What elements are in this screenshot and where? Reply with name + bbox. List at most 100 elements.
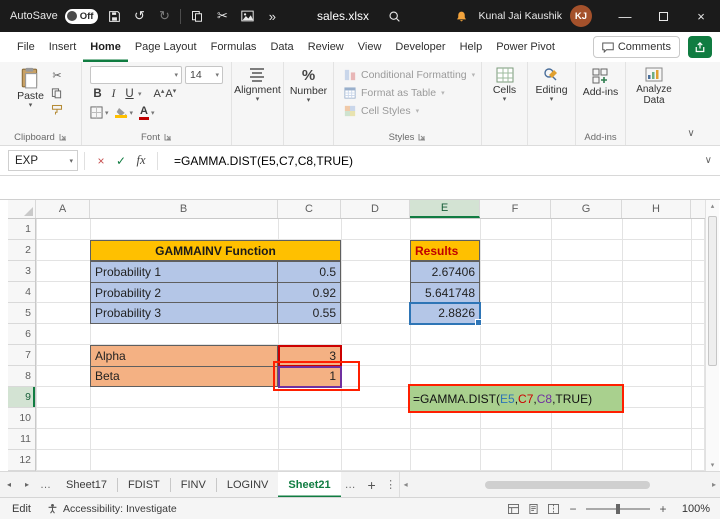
normal-view-icon[interactable] xyxy=(507,503,520,515)
cell-b7-alpha[interactable]: Alpha xyxy=(91,346,278,366)
column-header-f[interactable]: F xyxy=(480,200,551,218)
borders-button[interactable]: ▾ xyxy=(90,106,109,119)
row-header-11[interactable]: 11 xyxy=(8,429,35,450)
enter-icon[interactable]: ✓ xyxy=(111,151,131,171)
column-header-h[interactable]: H xyxy=(622,200,691,218)
row-header-12[interactable]: 12 xyxy=(8,450,35,471)
maximize-button[interactable] xyxy=(644,0,682,32)
font-color-button[interactable]: A ▾ xyxy=(139,105,155,120)
font-name-combo[interactable]: ▾ xyxy=(90,65,182,84)
cell-styles-button[interactable]: Cell Styles ▾ xyxy=(344,103,481,118)
vertical-scrollbar[interactable]: ▴ ▾ xyxy=(705,200,719,471)
row-header-6[interactable]: 6 xyxy=(8,324,35,345)
notification-bell-icon[interactable] xyxy=(453,7,471,25)
new-sheet-button[interactable]: + xyxy=(361,477,383,493)
styles-dialog-launcher-icon[interactable] xyxy=(418,133,426,141)
name-box[interactable]: EXP ▾ xyxy=(8,150,78,171)
row-header-10[interactable]: 10 xyxy=(8,408,35,429)
decrease-font-button[interactable]: A ▾ xyxy=(165,88,176,100)
cell-e5[interactable]: 2.8826 xyxy=(411,303,479,324)
table-row[interactable]: 2.8826 xyxy=(411,303,479,324)
copy-button[interactable] xyxy=(48,85,66,100)
table-row[interactable]: Alpha 3 xyxy=(91,346,340,367)
tab-help[interactable]: Help xyxy=(453,32,490,62)
cell-b2-gammainv-header[interactable]: GAMMAINV Function xyxy=(90,240,341,261)
column-header-g[interactable]: G xyxy=(551,200,622,218)
cell-e4[interactable]: 5.641748 xyxy=(411,282,479,303)
comments-button[interactable]: Comments xyxy=(592,36,680,58)
number-format-button[interactable]: % Number ▾ xyxy=(288,66,329,105)
zoom-slider-thumb[interactable] xyxy=(616,503,620,514)
hscroll-right-icon[interactable]: ▸ xyxy=(712,480,716,489)
cells-button[interactable]: Cells ▾ xyxy=(491,66,518,104)
cell-b4[interactable]: Probability 2 xyxy=(91,282,278,303)
font-size-combo[interactable]: 14 ▾ xyxy=(185,65,223,84)
paste-dropdown-icon[interactable]: ▾ xyxy=(29,102,33,109)
row-header-9[interactable]: 9 xyxy=(8,387,35,408)
cell-b5[interactable]: Probability 3 xyxy=(91,303,278,324)
table-row[interactable]: Probability 2 0.92 xyxy=(91,282,340,304)
italic-button[interactable]: I xyxy=(106,88,121,100)
name-box-dropdown-icon[interactable]: ▾ xyxy=(69,157,77,165)
sheet-tab-fdist[interactable]: FDIST xyxy=(118,472,170,498)
redo-icon[interactable]: ↻ xyxy=(155,7,173,25)
parameters-table[interactable]: Alpha 3 Beta 1 xyxy=(90,345,341,387)
table-row[interactable]: Probability 3 0.55 xyxy=(91,303,340,324)
underline-button[interactable]: U xyxy=(122,88,137,100)
sheet-nav-right-icon[interactable]: ▸ xyxy=(18,480,36,489)
column-header-b[interactable]: B xyxy=(90,200,278,218)
insert-function-icon[interactable]: fx xyxy=(131,151,151,171)
document-title[interactable]: sales.xlsx xyxy=(317,9,369,23)
zoom-out-button[interactable]: − xyxy=(567,502,579,516)
close-button[interactable]: × xyxy=(682,0,720,32)
autosave-toggle[interactable]: Off xyxy=(64,8,99,24)
format-as-table-button[interactable]: Format as Table ▾ xyxy=(344,85,481,100)
share-button[interactable] xyxy=(688,36,712,58)
hscroll-thumb[interactable] xyxy=(484,480,650,489)
tab-file[interactable]: File xyxy=(10,32,42,62)
column-header-c[interactable]: C xyxy=(278,200,341,218)
column-header-e[interactable]: E xyxy=(410,200,480,218)
cell-e3[interactable]: 2.67406 xyxy=(411,262,479,282)
cell-c4[interactable]: 0.92 xyxy=(278,282,340,303)
bold-button[interactable]: B xyxy=(90,88,105,100)
sheet-tab-loginv[interactable]: LOGINV xyxy=(217,472,279,498)
cell-b3[interactable]: Probability 1 xyxy=(91,262,278,282)
sheet-tab-finv[interactable]: FINV xyxy=(171,472,216,498)
picture-icon[interactable] xyxy=(238,7,256,25)
collapse-ribbon-icon[interactable]: ∨ xyxy=(682,62,700,145)
row-header-2[interactable]: 2 xyxy=(8,240,35,261)
save-icon[interactable] xyxy=(105,7,123,25)
row-header-3[interactable]: 3 xyxy=(8,261,35,282)
cell-e9-formula-edit[interactable]: =GAMMA.DIST(E5, C7, C8, TRUE) xyxy=(408,384,624,413)
more-sheets-left-icon[interactable]: … xyxy=(36,479,56,491)
accessibility-checker[interactable]: Accessibility: Investigate xyxy=(47,503,177,515)
undo-icon[interactable]: ↺ xyxy=(130,7,148,25)
row-header-8[interactable]: 8 xyxy=(8,366,35,387)
scroll-up-icon[interactable]: ▴ xyxy=(711,202,715,210)
cell-c3[interactable]: 0.5 xyxy=(278,262,340,282)
horizontal-scrollbar[interactable]: ◂ ▸ xyxy=(398,472,720,497)
increase-font-button[interactable]: A ▴ xyxy=(154,88,165,100)
scroll-down-icon[interactable]: ▾ xyxy=(711,461,715,469)
cell-c7[interactable]: 3 xyxy=(278,346,340,366)
minimize-button[interactable]: — xyxy=(606,0,644,32)
tab-formulas[interactable]: Formulas xyxy=(204,32,264,62)
zoom-level[interactable]: 100% xyxy=(676,503,710,515)
zoom-slider[interactable] xyxy=(586,503,650,514)
cut-icon[interactable]: ✂ xyxy=(213,7,231,25)
tab-power-pivot[interactable]: Power Pivot xyxy=(489,32,562,62)
row-header-5[interactable]: 5 xyxy=(8,303,35,324)
expand-formula-bar-icon[interactable]: ∨ xyxy=(697,155,720,166)
avatar[interactable]: KJ xyxy=(570,5,592,27)
zoom-in-button[interactable]: + xyxy=(657,502,669,516)
select-all-corner[interactable] xyxy=(8,200,36,218)
row-header-1[interactable]: 1 xyxy=(8,219,35,240)
more-sheets-right-icon[interactable]: … xyxy=(341,479,361,491)
editing-button[interactable]: Editing ▾ xyxy=(533,66,569,104)
tab-developer[interactable]: Developer xyxy=(388,32,452,62)
table-row[interactable]: 5.641748 xyxy=(411,282,479,304)
clipboard-dialog-launcher-icon[interactable] xyxy=(59,133,67,141)
cut-button[interactable]: ✂ xyxy=(48,68,66,83)
formula-input[interactable]: =GAMMA.DIST(E5,C7,C8,TRUE) xyxy=(174,154,697,168)
